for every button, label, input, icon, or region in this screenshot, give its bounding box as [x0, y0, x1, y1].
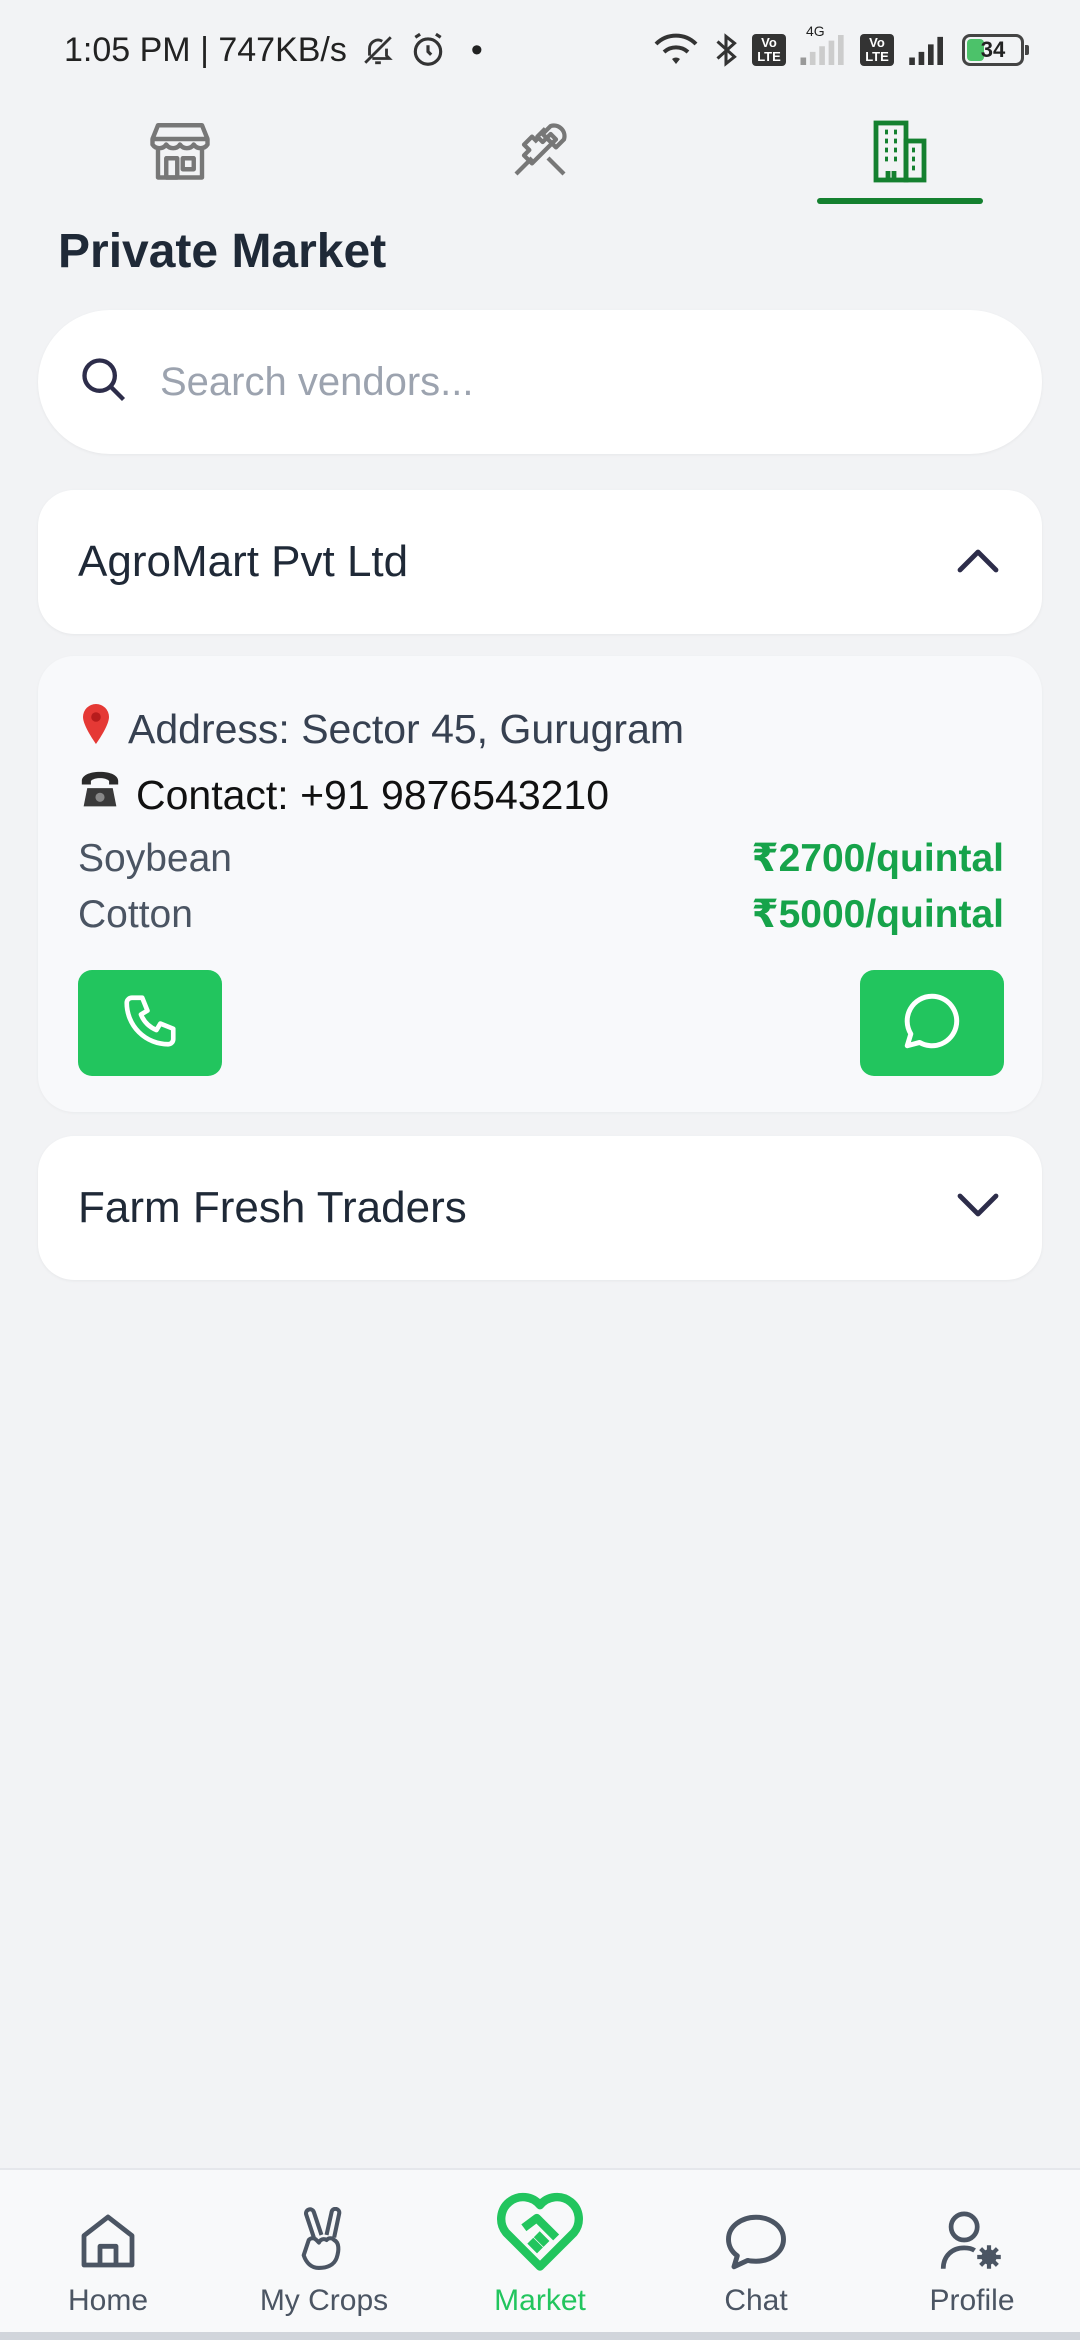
nav-home[interactable]: Home: [0, 2170, 216, 2340]
nav-label: Chat: [724, 2284, 788, 2317]
building-icon: [870, 117, 930, 188]
search-icon: [78, 354, 130, 411]
call-button[interactable]: [78, 970, 222, 1076]
crop-price: ₹2700/quintal: [751, 837, 1004, 880]
price-row: Cotton ₹5000/quintal: [78, 892, 1004, 937]
handshake-heart-icon: [494, 2189, 586, 2278]
nav-label: Home: [67, 2284, 149, 2317]
peace-hand-icon: [292, 2206, 356, 2278]
crop-name: Cotton: [78, 892, 193, 936]
status-time-speed: 1:05 PM | 747KB/s: [64, 30, 347, 69]
vendor-accordion-farm-fresh[interactable]: Farm Fresh Traders: [38, 1136, 1042, 1280]
crop-price: ₹5000/quintal: [751, 893, 1004, 936]
volte-icon-2: Vo LTE: [860, 34, 894, 66]
nav-label: Market: [494, 2284, 586, 2317]
signal-4g-icon: 4G: [800, 23, 846, 65]
nav-chat[interactable]: Chat: [648, 2170, 864, 2340]
search-bar[interactable]: [38, 310, 1042, 454]
phone-icon: [119, 990, 181, 1057]
storefront-icon: [147, 119, 213, 186]
vendor-accordion-agromart[interactable]: AgroMart Pvt Ltd: [38, 490, 1042, 634]
search-input[interactable]: [160, 359, 980, 405]
vendor-name: AgroMart Pvt Ltd: [78, 537, 409, 586]
chat-bubble-icon: [723, 2211, 789, 2278]
home-icon: [76, 2209, 140, 2278]
crop-name: Soybean: [78, 836, 232, 880]
address-line: Address: Sector 45, Gurugram: [78, 702, 684, 756]
status-left: 1:05 PM | 747KB/s •: [64, 31, 483, 70]
vendor-details-card: Address: Sector 45, Gurugram Contact: +9…: [38, 656, 1042, 1112]
mute-bell-icon: [361, 33, 395, 67]
vendor-name: Farm Fresh Traders: [78, 1183, 467, 1232]
page-title: Private Market: [58, 225, 387, 278]
telephone-icon: [78, 770, 122, 820]
battery-level: 34: [980, 37, 1006, 62]
profile-settings-icon: [938, 2207, 1006, 2278]
wifi-icon: [652, 32, 700, 68]
nav-label: Profile: [929, 2284, 1015, 2317]
top-tab-bar: [0, 100, 1080, 204]
volte-label-2: Vo LTE: [865, 35, 889, 64]
tab-storefront[interactable]: [0, 100, 360, 204]
vendor-contact: Contact: +91 9876543210: [136, 771, 610, 818]
bottom-navigation: Home My Crops Market Chat Profile: [0, 2168, 1080, 2340]
tab-tools[interactable]: [360, 100, 720, 204]
chevron-up-icon[interactable]: [954, 544, 1002, 581]
chat-button[interactable]: [860, 970, 1004, 1076]
tab-private-market[interactable]: [720, 100, 1080, 204]
vendor-address: Address: Sector 45, Gurugram: [128, 705, 685, 752]
status-dot: •: [470, 30, 483, 69]
pin-icon: [78, 702, 114, 756]
nav-market[interactable]: Market: [432, 2170, 648, 2340]
network-4g-label: 4G: [806, 23, 825, 39]
signal-bars-icon: [908, 35, 948, 65]
nav-my-crops[interactable]: My Crops: [216, 2170, 432, 2340]
message-bubble-icon: [899, 988, 965, 1059]
status-bar: 1:05 PM | 747KB/s • Vo LTE 4G Vo LTE 34: [0, 0, 1080, 100]
volte-label-1: Vo LTE: [757, 35, 781, 64]
volte-icon-1: Vo LTE: [752, 34, 786, 66]
alarm-icon: [409, 31, 447, 69]
nav-profile[interactable]: Profile: [864, 2170, 1080, 2340]
gesture-bar: [0, 2332, 1080, 2340]
status-right: Vo LTE 4G Vo LTE 34: [652, 23, 1029, 68]
chevron-down-icon[interactable]: [954, 1190, 1002, 1227]
tools-icon: [506, 118, 574, 187]
nav-label: My Crops: [259, 2284, 389, 2317]
battery-icon: 34: [962, 34, 1029, 66]
price-row: Soybean ₹2700/quintal: [78, 836, 1004, 881]
bluetooth-icon: [714, 33, 738, 67]
contact-line: Contact: +91 9876543210: [78, 770, 609, 820]
